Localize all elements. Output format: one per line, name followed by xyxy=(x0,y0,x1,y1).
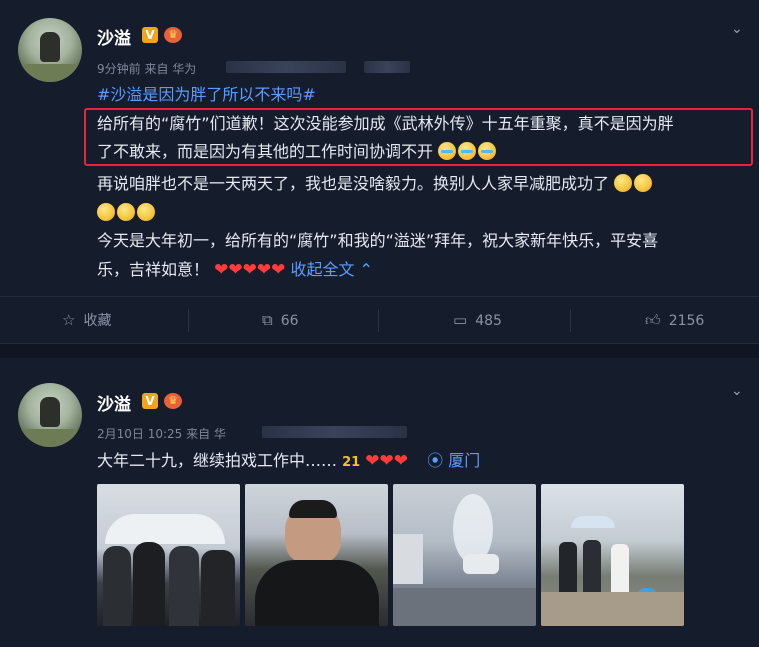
location-pin-icon: ⦿ xyxy=(427,451,444,470)
avatar[interactable] xyxy=(18,18,82,82)
post-text: 了不敢来，而是因为有其他的工作时间协调不开 xyxy=(97,142,434,161)
chevron-down-icon[interactable]: ⌄ xyxy=(731,22,745,36)
repost-button[interactable]: ⧉ 66 xyxy=(262,297,299,344)
crown-icon: ♛ xyxy=(164,393,182,409)
like-button[interactable]: 👍︎ 2156 xyxy=(645,297,704,344)
thinking-emoji-icon xyxy=(117,203,135,221)
thinking-emoji-icon xyxy=(137,203,155,221)
location-link[interactable]: ⦿ 厦门 xyxy=(427,451,480,470)
hashtag-link[interactable]: #沙溢是因为胖了所以不来吗# xyxy=(97,85,316,105)
chevron-down-icon[interactable]: ⌄ xyxy=(731,384,745,398)
crying-emoji-icon xyxy=(478,142,497,160)
post-text: 乐，吉祥如意！ xyxy=(97,260,210,279)
crying-emoji-icon xyxy=(438,142,457,160)
thinking-emoji-icon xyxy=(634,174,653,192)
lucky-21-emoji-icon: 21 xyxy=(342,455,361,470)
post-text-line: 今天是大年初一，给所有的“腐竹”和我的“溢迷”拜年，祝大家新年快乐，平安喜 xyxy=(97,231,659,250)
post-text-line: 大年二十九，继续拍戏工作中…… 21 ❤❤❤ ⦿ 厦门 xyxy=(97,451,480,473)
blurred-text xyxy=(226,61,346,73)
avatar[interactable] xyxy=(18,383,82,447)
blurred-text xyxy=(364,61,410,73)
weibo-post-1: 沙溢 V ♛ ⌄ 9分钟前 来自 华为 #沙溢是因为胖了所以不来吗# 给所有的“… xyxy=(0,0,759,343)
post-text-line: 乐，吉祥如意！ ❤❤❤❤❤ 收起全文 ⌃ xyxy=(97,260,373,280)
collapse-link[interactable]: 收起全文 xyxy=(290,260,354,279)
divider xyxy=(0,343,759,359)
star-icon: ☆ xyxy=(62,311,76,329)
author-name[interactable]: 沙溢 xyxy=(97,24,131,49)
heart-emojis: ❤❤❤❤❤ xyxy=(214,260,286,280)
thinking-emoji-icon xyxy=(97,203,115,221)
comment-icon: ▭ xyxy=(453,311,468,329)
emoji-line xyxy=(97,203,157,223)
photo-thumbnail-1[interactable] xyxy=(97,484,240,626)
post-text-line: 再说咱胖也不是一天两天了，我也是没啥毅力。换别人人家早减肥成功了 xyxy=(97,174,654,194)
post-meta: 9分钟前 来自 华为 xyxy=(97,62,197,76)
post-text-line: 了不敢来，而是因为有其他的工作时间协调不开 xyxy=(97,142,498,162)
crown-icon: ♛ xyxy=(164,27,182,43)
verified-badge-icon: V xyxy=(142,27,158,43)
blurred-text xyxy=(262,426,407,438)
action-bar: ☆ 收藏 ⧉ 66 ▭ 485 👍︎ 2156 xyxy=(0,296,759,344)
laughing-emoji-icon xyxy=(614,174,633,192)
repost-icon: ⧉ xyxy=(262,311,273,329)
verified-badge-icon: V xyxy=(142,393,158,409)
post-text: 大年二十九，继续拍戏工作中…… xyxy=(97,451,338,470)
post-text: 再说咱胖也不是一天两天了，我也是没啥毅力。换别人人家早减肥成功了 xyxy=(97,174,610,193)
author-name[interactable]: 沙溢 xyxy=(97,390,131,415)
photo-thumbnail-4[interactable] xyxy=(541,484,684,626)
thumbs-up-icon: 👍︎ xyxy=(645,311,661,329)
photo-thumbnail-3[interactable] xyxy=(393,484,536,626)
crying-emoji-icon xyxy=(458,142,477,160)
post-text-line: 给所有的“腐竹”们道歉！这次没能参加成《武林外传》十五年重聚，真不是因为胖 xyxy=(97,114,674,133)
heart-emojis: ❤❤❤ xyxy=(365,451,409,471)
comment-button[interactable]: ▭ 485 xyxy=(453,297,502,344)
favorite-button[interactable]: ☆ 收藏 xyxy=(62,297,111,344)
post-meta: 2月10日 10:25 来自 华 xyxy=(97,427,226,441)
chevron-up-icon[interactable]: ⌃ xyxy=(360,260,373,279)
weibo-post-2: 沙溢 V ♛ ⌄ 2月10日 10:25 来自 华 大年二十九，继续拍戏工作中…… xyxy=(0,358,759,647)
photo-thumbnail-2[interactable] xyxy=(245,484,388,626)
